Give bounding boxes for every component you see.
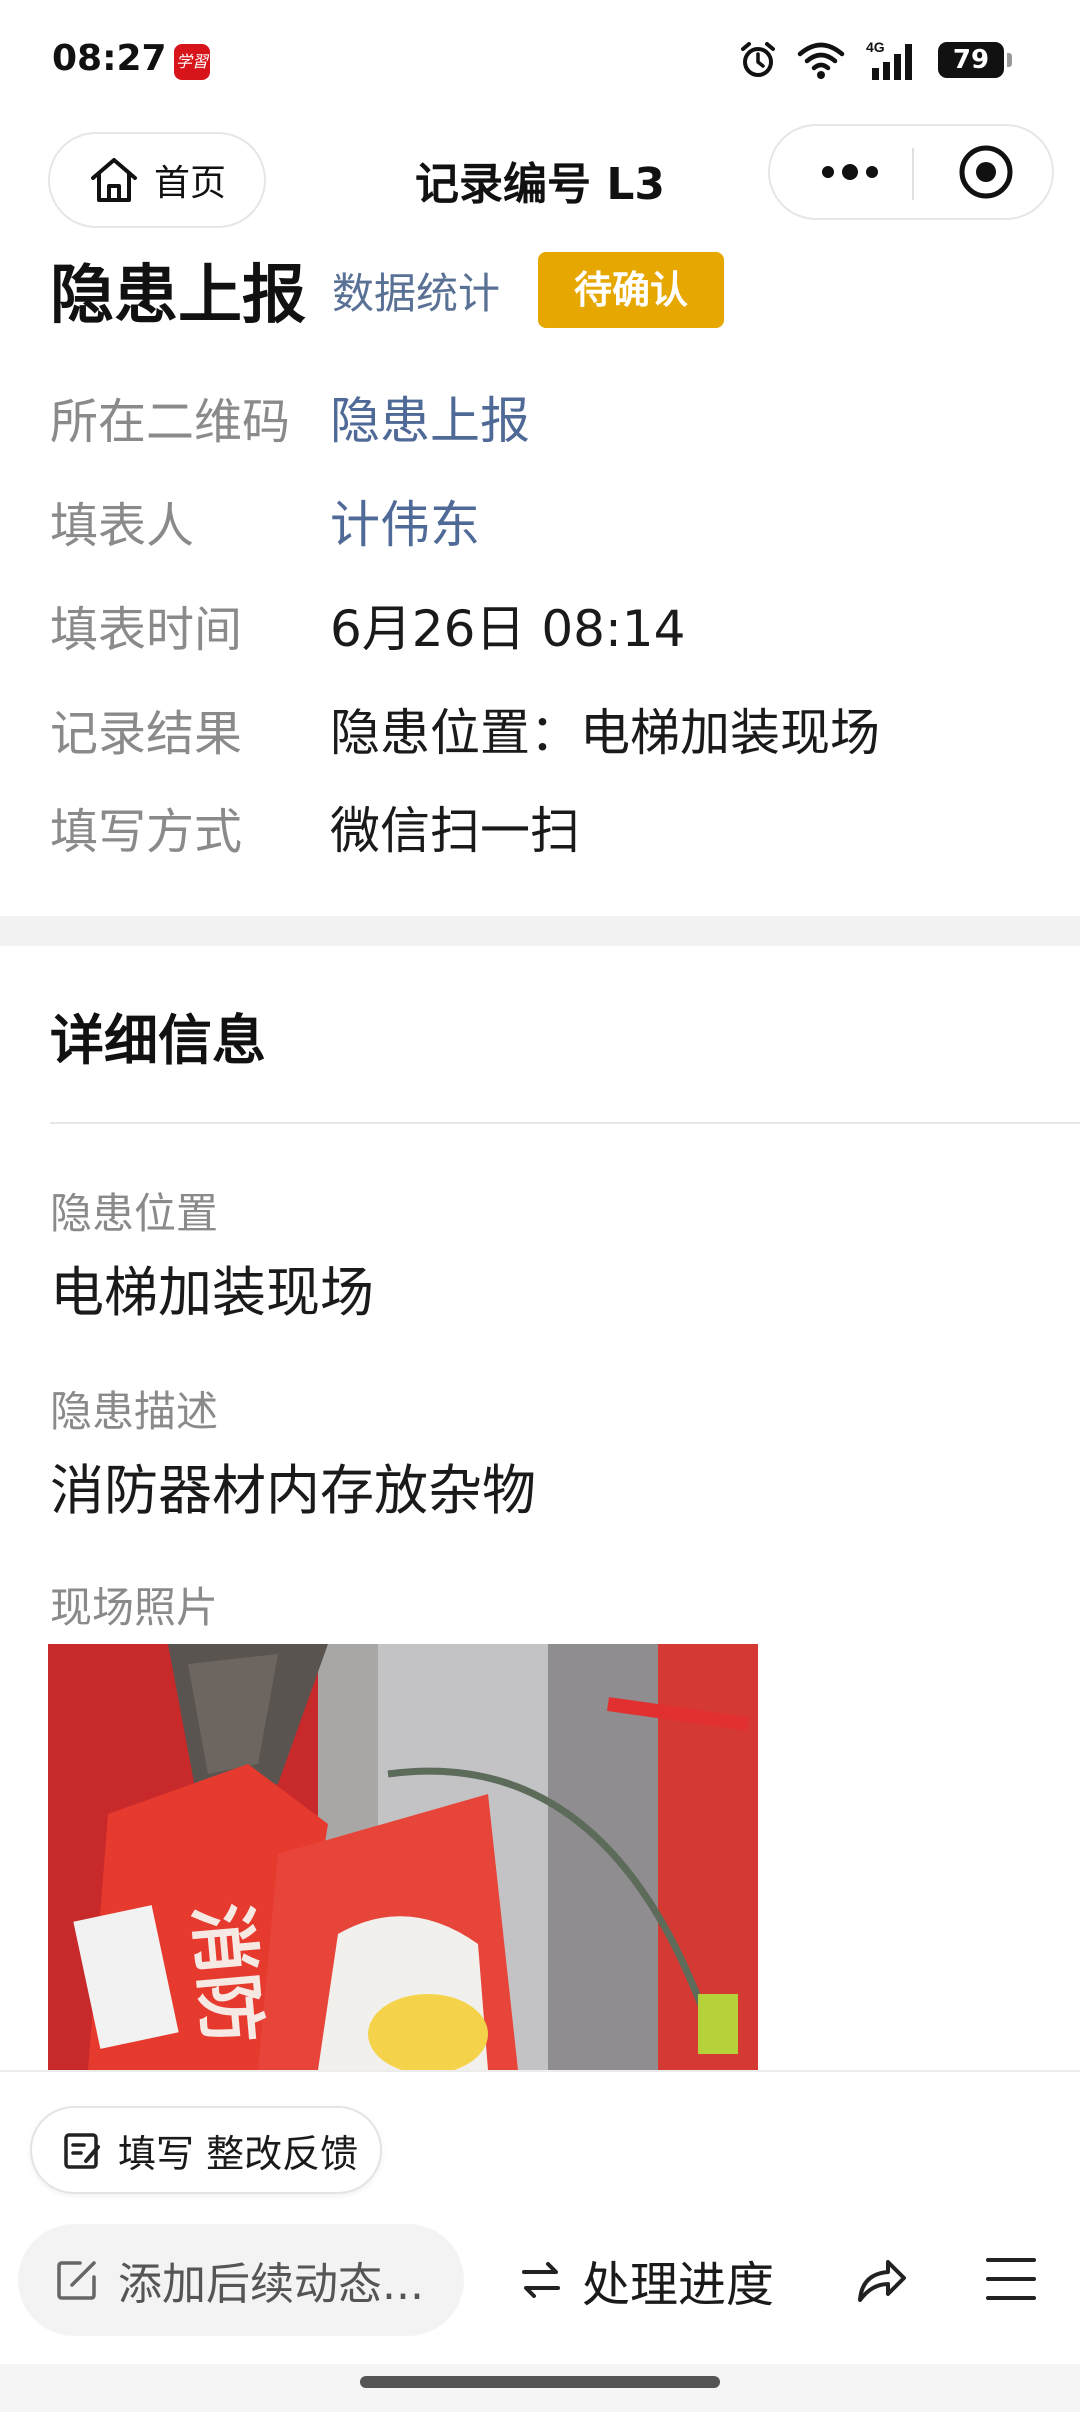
divider bbox=[50, 1122, 1080, 1124]
info-row-filler: 填表人 计伟东 bbox=[50, 486, 480, 556]
field-value: 电梯加装现场 bbox=[50, 1261, 374, 1324]
share-icon[interactable] bbox=[852, 2252, 908, 2308]
processing-progress-button[interactable]: 处理进度 bbox=[518, 2224, 774, 2336]
wifi-icon bbox=[797, 42, 845, 79]
record-header: 隐患上报 数据统计 待确认 bbox=[50, 250, 725, 333]
cellular-signal-icon: 4G bbox=[866, 39, 912, 80]
field-label: 隐患描述 bbox=[50, 1387, 219, 1436]
info-row-qrcode: 所在二维码 隐患上报 bbox=[50, 382, 530, 452]
home-indicator-bar bbox=[360, 2376, 720, 2388]
add-followup-input[interactable]: 添加后续动态... bbox=[18, 2224, 464, 2336]
photo-content: 消防 bbox=[48, 1644, 758, 2070]
qrcode-link[interactable]: 隐患上报 bbox=[330, 381, 530, 453]
more-options-button[interactable] bbox=[810, 126, 890, 218]
info-key: 记录结果 bbox=[50, 706, 243, 762]
field-value: 消防器材内存放杂物 bbox=[50, 1459, 536, 1522]
swap-arrows-icon bbox=[522, 2262, 560, 2298]
info-key: 填写方式 bbox=[50, 804, 243, 860]
dot-icon bbox=[842, 164, 858, 180]
field-label: 现场照片 bbox=[50, 1583, 219, 1632]
close-miniprogram-icon[interactable] bbox=[958, 144, 1014, 200]
bottom-toolbar: 添加后续动态... 处理进度 bbox=[0, 2224, 1080, 2344]
nav-bar: 首页 记录编号 L3 bbox=[0, 120, 1080, 240]
dot-icon bbox=[866, 166, 878, 178]
miniprogram-capsule bbox=[768, 124, 1054, 220]
status-time: 08:27 bbox=[52, 38, 167, 79]
rectification-feedback-button[interactable]: 填写 整改反馈 bbox=[30, 2106, 382, 2194]
capsule-divider bbox=[912, 148, 914, 200]
svg-text:消防: 消防 bbox=[179, 1900, 273, 2047]
detail-section-title: 详细信息 bbox=[50, 1009, 266, 1072]
svg-text:4G: 4G bbox=[866, 39, 885, 55]
section-divider bbox=[0, 916, 1080, 946]
info-key: 填表时间 bbox=[50, 602, 243, 658]
info-key: 填表人 bbox=[50, 498, 195, 554]
site-photo[interactable]: 消防 bbox=[48, 1644, 758, 2070]
status-bar: 08:27 学習 4G 79 bbox=[0, 0, 1080, 120]
bottom-action-area: 填写 整改反馈 添加后续动态... 处理进度 bbox=[0, 2070, 1080, 2412]
field-label: 隐患位置 bbox=[50, 1189, 219, 1238]
info-value: 6月26日 08:14 bbox=[330, 600, 686, 658]
data-stats-link[interactable]: 数据统计 bbox=[332, 260, 500, 321]
info-row-time: 填表时间 6月26日 08:14 bbox=[50, 590, 685, 660]
filler-link[interactable]: 计伟东 bbox=[330, 485, 480, 557]
info-row-result: 记录结果 隐患位置：电梯加装现场 bbox=[50, 694, 880, 764]
dot-icon bbox=[822, 166, 834, 178]
feedback-label: 填写 整改反馈 bbox=[118, 2131, 359, 2176]
record-title: 隐患上报 bbox=[50, 259, 306, 333]
info-key: 所在二维码 bbox=[50, 394, 291, 450]
info-value: 微信扫一扫 bbox=[330, 802, 580, 860]
status-icons: 4G 79 bbox=[738, 36, 1012, 84]
info-row-method: 填写方式 微信扫一扫 bbox=[50, 792, 580, 862]
info-value: 隐患位置：电梯加装现场 bbox=[330, 704, 880, 762]
alarm-icon bbox=[741, 42, 775, 77]
status-badge: 待确认 bbox=[538, 252, 725, 328]
progress-label: 处理进度 bbox=[582, 2257, 775, 2313]
add-followup-placeholder: 添加后续动态... bbox=[118, 2259, 424, 2310]
home-indicator[interactable] bbox=[0, 2364, 1080, 2412]
app-notification-icon: 学習 bbox=[174, 44, 210, 80]
edit-form-icon bbox=[64, 2133, 100, 2169]
menu-icon[interactable] bbox=[984, 2254, 1038, 2304]
edit-icon bbox=[57, 2261, 96, 2300]
battery-indicator: 79 bbox=[938, 42, 1012, 78]
